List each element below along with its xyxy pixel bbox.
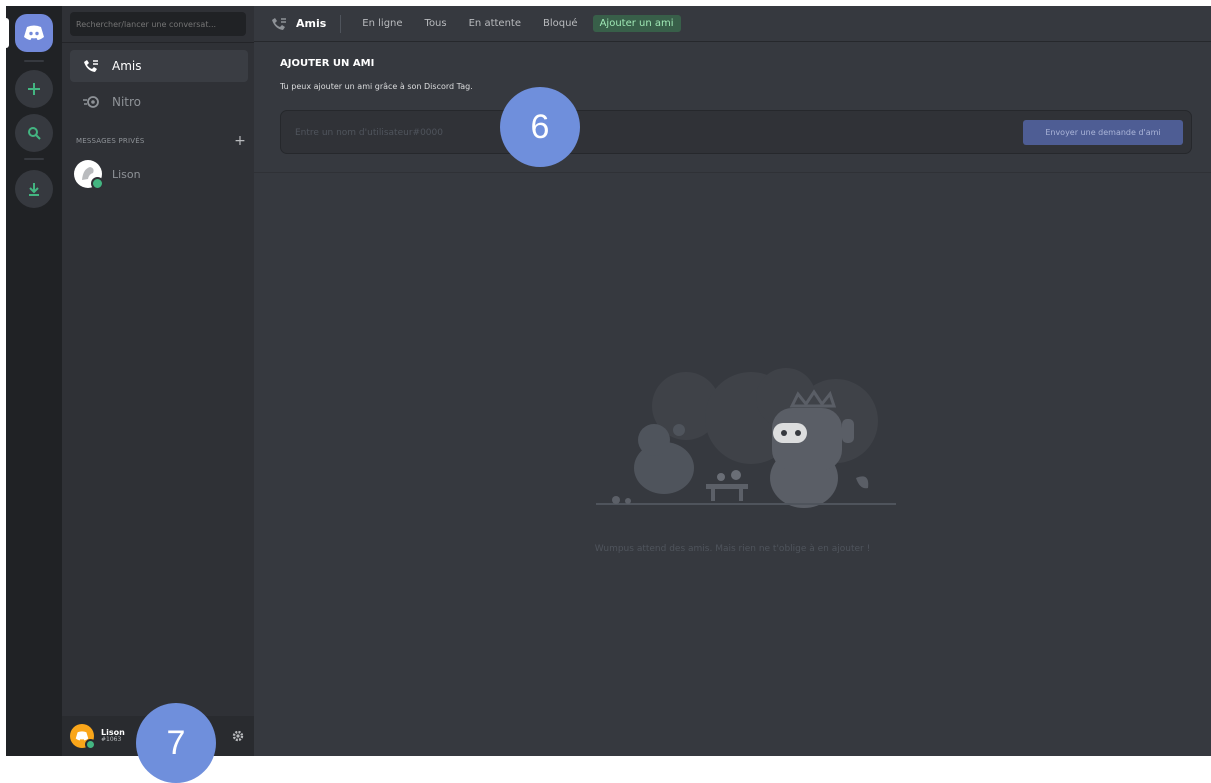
- sidebar-item-friends[interactable]: Amis: [70, 50, 248, 82]
- dm-sidebar: Amis Nitro MESSAGES PRIVÉS +: [62, 6, 254, 756]
- user-info: Lison #1063: [101, 728, 125, 744]
- friends-header-bar: Amis En ligne Tous En attente Bloqué Ajo…: [254, 6, 1211, 42]
- add-server-button[interactable]: [15, 70, 53, 108]
- divider: [62, 42, 254, 43]
- user-tag: #1063: [101, 736, 122, 744]
- online-status-dot: [91, 177, 104, 190]
- discord-logo-icon: [24, 25, 44, 40]
- friends-wave-icon: [80, 57, 102, 75]
- user-settings-button[interactable]: [230, 728, 246, 744]
- page-title-label: Amis: [296, 17, 327, 30]
- nitro-icon: [80, 93, 102, 111]
- sidebar-item-label: Amis: [112, 59, 142, 73]
- send-friend-request-button[interactable]: Envoyer une demande d'ami: [1023, 120, 1183, 145]
- dm-section-header: MESSAGES PRIVÉS +: [76, 134, 246, 148]
- add-friend-form: Envoyer une demande d'ami: [280, 110, 1192, 154]
- discord-app: Amis Nitro MESSAGES PRIVÉS +: [6, 6, 1211, 756]
- tab-add-friend[interactable]: Ajouter un ami: [592, 15, 681, 32]
- tab-blocked[interactable]: Bloqué: [536, 15, 585, 32]
- tab-pending[interactable]: En attente: [462, 15, 528, 32]
- explore-servers-button[interactable]: [15, 114, 53, 152]
- create-dm-button[interactable]: +: [234, 134, 246, 148]
- wumpus-illustration: [596, 368, 896, 508]
- sidebar-item-nitro[interactable]: Nitro: [70, 86, 248, 118]
- friends-wave-icon: [270, 17, 288, 31]
- rail-separator: [24, 60, 44, 62]
- online-status-dot: [85, 739, 96, 750]
- gear-icon: [232, 730, 244, 742]
- search-input[interactable]: [70, 12, 246, 36]
- download-icon: [29, 183, 39, 196]
- avatar: [74, 160, 104, 190]
- dm-item-lison[interactable]: Lison: [70, 156, 248, 192]
- divider: [340, 14, 342, 33]
- sidebar-item-label: Nitro: [112, 95, 142, 109]
- server-rail: [6, 6, 62, 756]
- rail-separator: [24, 158, 44, 160]
- divider: [254, 172, 1211, 173]
- step-marker-7: 7: [136, 703, 216, 783]
- plus-icon: [28, 83, 40, 95]
- add-friend-subtitle: Tu peux ajouter un ami grâce à son Disco…: [280, 82, 473, 91]
- empty-state-text: Wumpus attend des amis. Mais rien ne t'o…: [594, 544, 871, 554]
- page-title: Amis: [270, 17, 326, 31]
- download-apps-button[interactable]: [15, 170, 53, 208]
- user-avatar[interactable]: [70, 724, 96, 750]
- home-button[interactable]: [15, 14, 53, 52]
- dm-name: Lison: [112, 167, 141, 181]
- add-friend-title: AJOUTER UN AMI: [280, 58, 375, 69]
- selected-indicator: [6, 18, 9, 48]
- search-icon: [28, 127, 41, 140]
- tab-online[interactable]: En ligne: [355, 15, 409, 32]
- dm-header-label: MESSAGES PRIVÉS: [76, 137, 145, 145]
- tab-all[interactable]: Tous: [418, 15, 454, 32]
- username-input[interactable]: [293, 122, 897, 144]
- step-marker-6: 6: [500, 87, 580, 167]
